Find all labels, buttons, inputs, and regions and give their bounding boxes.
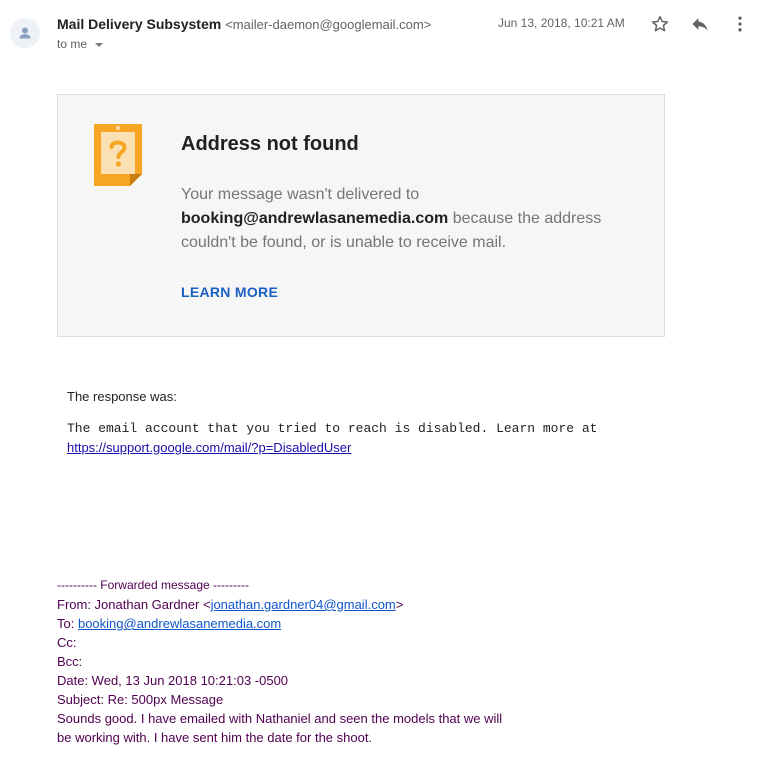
bounce-address: booking@andrewlasanemedia.com bbox=[181, 210, 449, 227]
sender-avatar[interactable] bbox=[10, 18, 40, 48]
forwarded-to-email-link[interactable]: booking@andrewlasanemedia.com bbox=[78, 616, 281, 631]
forwarded-date: Date: Wed, 13 Jun 2018 10:21:03 -0500 bbox=[57, 673, 289, 688]
message-date: Jun 13, 2018, 10:21 AM bbox=[498, 16, 625, 30]
forwarded-from-label: From: Jonathan Gardner < bbox=[57, 597, 211, 612]
recipient-label: to me bbox=[57, 37, 88, 51]
bounce-title: Address not found bbox=[181, 133, 359, 155]
forwarded-from-suffix: > bbox=[395, 597, 404, 612]
more-options-button[interactable] bbox=[728, 12, 752, 36]
question-note-icon bbox=[94, 124, 142, 186]
forwarded-body: Sounds good. I have emailed with Nathani… bbox=[57, 711, 503, 745]
response-label: The response was: bbox=[67, 389, 177, 404]
recipient-details-toggle[interactable]: to me bbox=[57, 37, 104, 51]
response-text: The email account that you tried to reac… bbox=[67, 421, 598, 436]
bounce-message-intro: Your message wasn't delivered to bbox=[181, 186, 420, 203]
learn-more-link[interactable]: LEARN MORE bbox=[181, 284, 278, 300]
forwarded-from-email-link[interactable]: jonathan.gardner04@gmail.com bbox=[211, 597, 396, 612]
forwarded-to: To: booking@andrewlasanemedia.com bbox=[57, 614, 517, 633]
forwarded-bcc: Bcc: bbox=[57, 654, 83, 669]
support-link[interactable]: https://support.google.com/mail/?p=Disab… bbox=[67, 440, 351, 455]
star-icon bbox=[651, 15, 669, 32]
star-button[interactable] bbox=[648, 12, 672, 36]
more-vert-icon bbox=[738, 16, 742, 32]
reply-icon bbox=[692, 18, 708, 31]
forwarded-separator: ---------- Forwarded message --------- bbox=[57, 578, 249, 592]
sender-name: Mail Delivery Subsystem <mailer-daemon@go… bbox=[57, 16, 431, 32]
bounce-message: Your message wasn't delivered to booking… bbox=[181, 183, 611, 255]
forwarded-to-label: To: bbox=[57, 616, 75, 631]
forwarded-message: ---------- Forwarded message --------- F… bbox=[57, 576, 517, 747]
chevron-down-icon bbox=[95, 43, 104, 47]
person-icon bbox=[19, 27, 31, 39]
forwarded-from: From: Jonathan Gardner <jonathan.gardner… bbox=[57, 595, 517, 614]
sender-email: <mailer-daemon@googlemail.com> bbox=[225, 17, 432, 32]
reply-button[interactable] bbox=[688, 12, 712, 36]
forwarded-cc: Cc: bbox=[57, 635, 77, 650]
forwarded-subject: Subject: Re: 500px Message bbox=[57, 692, 224, 707]
sender-name-text: Mail Delivery Subsystem bbox=[57, 16, 222, 32]
